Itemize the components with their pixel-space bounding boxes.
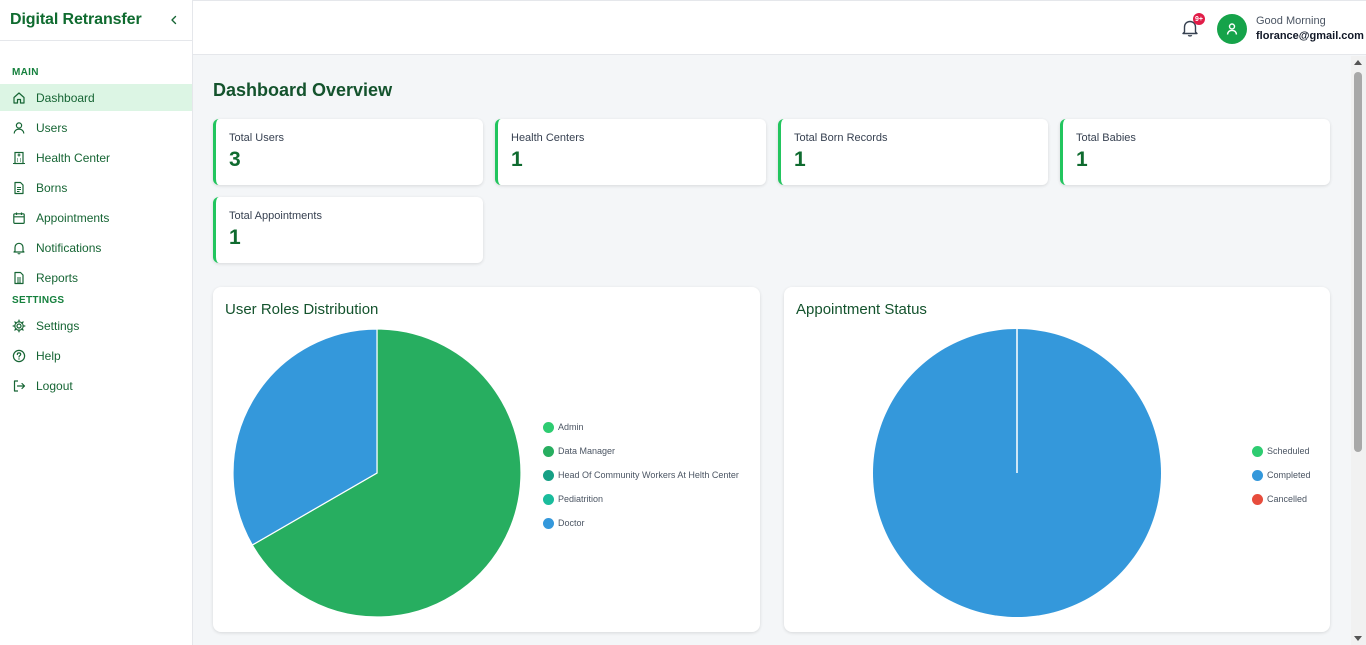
stat-card-health-centers: Health Centers 1 xyxy=(495,119,766,185)
report-icon xyxy=(12,271,26,285)
user-icon xyxy=(12,121,26,135)
legend-label: Cancelled xyxy=(1267,494,1308,504)
user-icon xyxy=(1226,23,1238,35)
legend-swatch xyxy=(543,445,554,457)
legend-label: Pediatrition xyxy=(558,494,604,504)
legend-item[interactable]: Cancelled xyxy=(1252,487,1311,511)
chart-panel-user-roles: User Roles Distribution Admin Data Manage… xyxy=(213,287,760,632)
legend-swatch xyxy=(1252,445,1263,457)
sidebar-item-borns[interactable]: Borns xyxy=(0,174,192,201)
greeting-text: Good Morning xyxy=(1256,15,1326,27)
sidebar-item-reports[interactable]: Reports xyxy=(0,264,192,291)
gear-icon xyxy=(12,319,26,333)
pie-chart-user-roles xyxy=(232,328,522,618)
sidebar-item-dashboard[interactable]: Dashboard xyxy=(0,84,192,111)
pie-chart-appointment-status xyxy=(872,329,1161,617)
stat-value: 3 xyxy=(229,148,241,171)
sidebar-item-label: Dashboard xyxy=(36,90,95,105)
scrollbar-thumb[interactable] xyxy=(1354,72,1362,452)
stat-label: Total Users xyxy=(229,132,285,144)
sidebar: Digital Retransfer MAIN Dashboard Users … xyxy=(0,0,193,645)
calendar-icon xyxy=(12,211,26,225)
main-content: Dashboard Overview Total Users 3 Health … xyxy=(193,56,1351,645)
bell-icon xyxy=(12,241,26,255)
sidebar-item-label: Logout xyxy=(36,378,73,393)
stat-value: 1 xyxy=(511,148,523,171)
sidebar-item-appointments[interactable]: Appointments xyxy=(0,204,192,231)
stat-label: Total Born Records xyxy=(794,132,888,144)
stat-value: 1 xyxy=(229,226,241,249)
sidebar-item-label: Reports xyxy=(36,270,79,285)
stat-value: 1 xyxy=(794,148,806,171)
sidebar-item-label: Notifications xyxy=(36,240,102,255)
stat-label: Total Appointments xyxy=(229,210,322,222)
legend-label: Admin xyxy=(558,422,584,432)
sidebar-item-label: Help xyxy=(36,348,61,363)
section-label-main: MAIN xyxy=(12,67,39,78)
legend-item[interactable]: Head Of Community Workers At Helth Cente… xyxy=(543,463,739,487)
sidebar-item-settings[interactable]: Settings xyxy=(0,312,192,339)
scroll-down-arrow-icon[interactable] xyxy=(1354,636,1362,641)
legend-item[interactable]: Admin xyxy=(543,415,739,439)
sidebar-item-label: Appointments xyxy=(36,210,110,225)
home-icon xyxy=(12,91,26,105)
stat-card-total-babies: Total Babies 1 xyxy=(1060,119,1330,185)
top-header: 9+ Good Morning florance@gmail.com xyxy=(193,0,1366,55)
stat-card-total-born-records: Total Born Records 1 xyxy=(778,119,1048,185)
sidebar-item-label: Users xyxy=(36,120,68,135)
notification-badge: 9+ xyxy=(1193,13,1205,25)
legend-label: Scheduled xyxy=(1267,446,1310,456)
chart-title: User Roles Distribution xyxy=(225,301,379,318)
file-icon xyxy=(12,181,26,195)
legend-swatch xyxy=(1252,469,1263,481)
sidebar-item-label: Health Center xyxy=(36,150,111,165)
page-title: Dashboard Overview xyxy=(213,80,393,100)
legend-item[interactable]: Scheduled xyxy=(1252,439,1311,463)
sidebar-item-health-center[interactable]: Health Center xyxy=(0,144,192,171)
sidebar-item-label: Borns xyxy=(36,180,68,195)
legend-swatch xyxy=(543,493,554,505)
chart-title: Appointment Status xyxy=(796,301,927,318)
user-email: florance@gmail.com xyxy=(1256,30,1364,42)
section-label-settings: SETTINGS xyxy=(12,295,65,306)
scroll-up-arrow-icon[interactable] xyxy=(1354,60,1362,65)
sidebar-item-notifications[interactable]: Notifications xyxy=(0,234,192,261)
legend-swatch xyxy=(1252,493,1263,505)
app-title: Digital Retransfer xyxy=(10,11,142,28)
chart-panel-appointment-status: Appointment Status Scheduled Completed Can… xyxy=(784,287,1330,632)
help-icon xyxy=(12,349,26,363)
sidebar-item-users[interactable]: Users xyxy=(0,114,192,141)
building-icon xyxy=(12,151,26,165)
chart-legend: Admin Data Manager Head Of Community Worke… xyxy=(543,415,739,535)
stat-label: Health Centers xyxy=(511,132,585,144)
brand-header: Digital Retransfer xyxy=(0,0,192,41)
legend-item[interactable]: Data Manager xyxy=(543,439,739,463)
legend-label: Data Manager xyxy=(558,446,616,456)
sidebar-item-logout[interactable]: Logout xyxy=(0,372,192,399)
stat-value: 1 xyxy=(1076,148,1088,171)
stat-card-total-users: Total Users 3 xyxy=(213,119,483,185)
chevron-left-icon[interactable] xyxy=(166,12,182,28)
legend-item[interactable]: Completed xyxy=(1252,463,1311,487)
legend-swatch xyxy=(543,517,554,529)
stat-label: Total Babies xyxy=(1076,132,1136,144)
legend-swatch xyxy=(543,469,554,481)
legend-label: Head Of Community Workers At Helth Cente… xyxy=(558,470,739,480)
page-scrollbar[interactable] xyxy=(1351,56,1366,645)
logout-icon xyxy=(12,379,26,393)
sidebar-item-label: Settings xyxy=(36,318,80,333)
legend-label: Doctor xyxy=(558,518,585,528)
legend-swatch xyxy=(543,421,554,433)
legend-item[interactable]: Doctor xyxy=(543,511,739,535)
avatar[interactable] xyxy=(1217,14,1247,44)
legend-label: Completed xyxy=(1267,470,1311,480)
legend-item[interactable]: Pediatrition xyxy=(543,487,739,511)
chart-legend: Scheduled Completed Cancelled xyxy=(1252,439,1311,511)
sidebar-item-help[interactable]: Help xyxy=(0,342,192,369)
stat-card-total-appointments: Total Appointments 1 xyxy=(213,197,483,263)
